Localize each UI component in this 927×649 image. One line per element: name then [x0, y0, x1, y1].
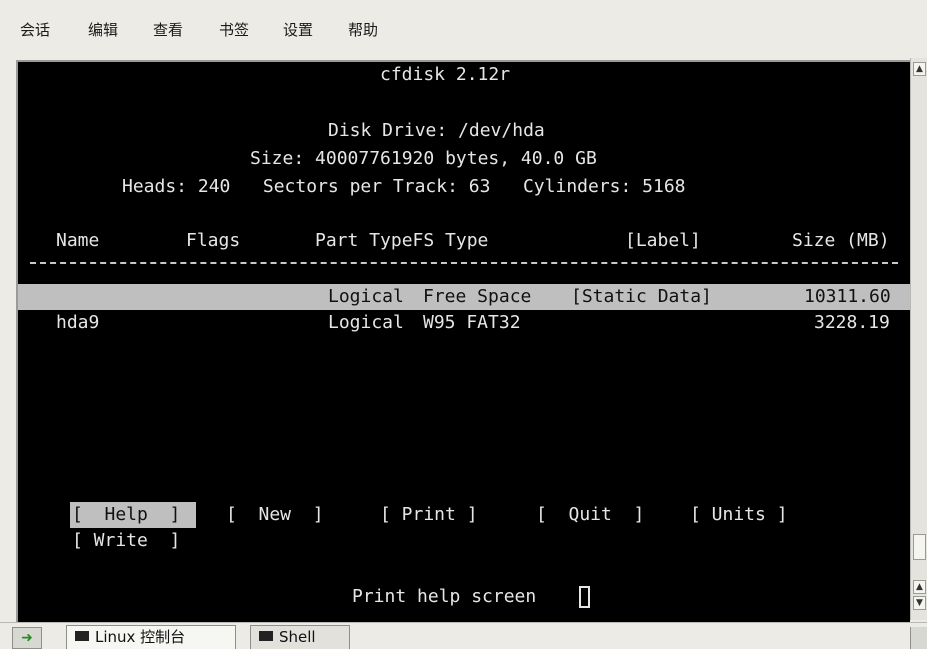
menu-session[interactable]: 会话	[20, 19, 50, 40]
row-name: hda9	[56, 312, 100, 333]
row-size: 10311.60	[804, 286, 891, 307]
column-header-label: [Label]	[625, 230, 701, 251]
partition-row-selected[interactable]: Logical Free Space [Static Data] 10311.6…	[18, 284, 910, 310]
column-header-name: Name	[56, 230, 100, 251]
row-fs-type: Free Space	[423, 286, 532, 307]
menu-help[interactable]: 帮助	[348, 19, 378, 40]
disk-drive-label: Disk Drive: /dev/hda	[328, 120, 545, 141]
scrollbar-thumb[interactable]	[913, 534, 926, 560]
row-size: 3228.19	[814, 312, 890, 333]
menu-edit[interactable]: 编辑	[88, 19, 118, 40]
terminal-icon	[259, 631, 273, 641]
disk-size-label: Size: 40007761920 bytes, 40.0 GB	[250, 148, 597, 169]
column-header-size: Size (MB)	[792, 230, 890, 251]
row-part-type: Logical	[328, 286, 404, 307]
write-button[interactable]: [ Write ]	[72, 530, 180, 552]
tab-shell[interactable]: Shell	[250, 625, 350, 649]
units-button[interactable]: [ Units ]	[690, 504, 788, 526]
scroll-up-icon[interactable]: ▲	[913, 580, 926, 594]
program-title: cfdisk 2.12r	[380, 64, 511, 85]
column-header-part-type: Part TypeFS Type	[315, 230, 489, 251]
menu-bookmarks[interactable]: 书签	[219, 19, 249, 40]
column-header-flags: Flags	[186, 230, 241, 251]
new-tab-icon[interactable]: ➜	[12, 627, 42, 649]
menu-settings[interactable]: 设置	[283, 19, 313, 40]
disk-geometry-label: Heads: 240 Sectors per Track: 63 Cylinde…	[122, 176, 686, 197]
new-button[interactable]: [ New ]	[226, 504, 324, 526]
menu-bar: 会话 编辑 查看 书签 设置 帮助	[0, 0, 927, 58]
close-tab-icon[interactable]	[910, 627, 927, 649]
scroll-down-icon[interactable]: ▼	[913, 596, 926, 610]
terminal-view[interactable]: cfdisk 2.12r Disk Drive: /dev/hda Size: …	[16, 60, 910, 622]
help-button[interactable]: [ Help ]	[72, 504, 180, 526]
row-fs-type: W95 FAT32	[423, 312, 521, 333]
tab-bar: ➜ Linux 控制台 Shell	[0, 622, 927, 649]
scroll-up-icon[interactable]: ▲	[913, 62, 926, 76]
menu-view[interactable]: 查看	[153, 19, 183, 40]
header-separator	[30, 262, 898, 264]
tab-label: Linux 控制台	[95, 628, 186, 646]
tab-linux-console[interactable]: Linux 控制台	[66, 625, 236, 649]
tab-label: Shell	[279, 628, 316, 646]
status-message: Print help screen	[352, 586, 537, 607]
terminal-scrollbar[interactable]: ▲ ▲ ▼	[910, 58, 927, 620]
terminal-icon	[75, 631, 89, 641]
text-cursor	[579, 586, 590, 608]
row-part-type: Logical	[328, 312, 404, 333]
print-button[interactable]: [ Print ]	[380, 504, 478, 526]
quit-button[interactable]: [ Quit ]	[536, 504, 644, 526]
row-label: [Static Data]	[571, 286, 712, 307]
